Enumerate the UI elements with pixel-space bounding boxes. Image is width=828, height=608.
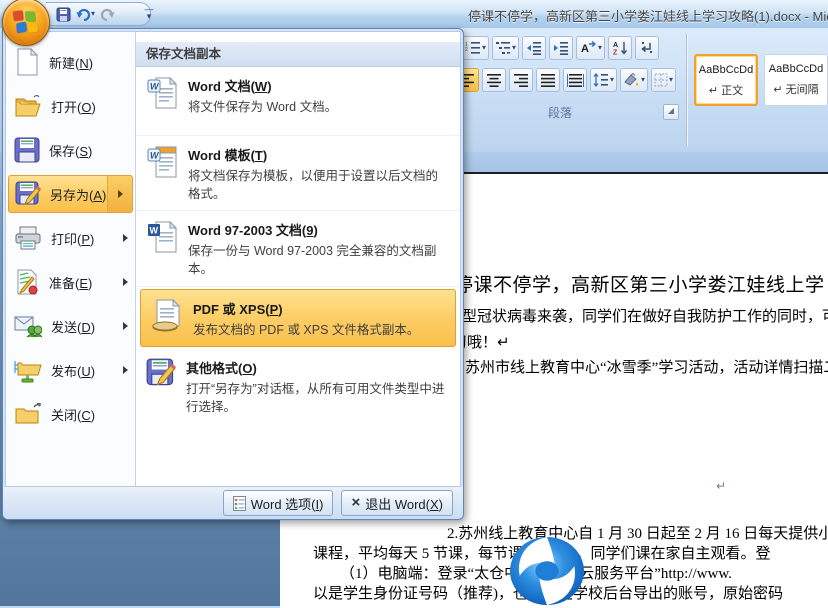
- paragraph-mark: ↵: [716, 479, 726, 493]
- send-icon: [14, 314, 42, 338]
- menu-item-send[interactable]: 发送(D): [6, 304, 135, 348]
- menu-item-open[interactable]: 打开(O): [6, 84, 135, 128]
- close-folder-icon: [14, 403, 42, 425]
- style-name-label: ↵ 正文: [696, 82, 756, 98]
- submenu-item-other-formats[interactable]: 其他格式(O) 打开“另存为”对话框，从所有可用文件类型中进行选择。: [136, 349, 460, 423]
- decrease-indent-button[interactable]: [522, 36, 546, 60]
- menu-item-print[interactable]: 打印(P): [6, 216, 135, 260]
- exit-x-icon: ×: [351, 496, 360, 510]
- send-submenu-arrow-icon: [123, 322, 128, 330]
- svg-text:A: A: [581, 43, 589, 55]
- doc-line: 加苏州市线上教育中心“冰雪季”学习活动，活动详情扫描二: [450, 356, 828, 377]
- paragraph-group: ▾ 12 ▾ ▾ A ▾ AZ: [455, 32, 691, 148]
- customize-qat-icon[interactable]: —▾: [142, 6, 156, 22]
- submenu-item-word-document[interactable]: W Word 文档(W) 将文件保存为 Word 文档。: [136, 67, 460, 136]
- word-options-icon: [233, 496, 246, 511]
- word-97-2003-icon: W: [146, 220, 178, 254]
- doc-line: 新型冠状病毒来袭，同学们在做好自我防护工作的同时，可以: [447, 305, 828, 326]
- save-floppy-icon: [14, 137, 40, 163]
- word-document-icon: W: [146, 76, 178, 110]
- office-menu: 新建(N) 打开(O) 保存(S) 另存为(A) 打印(P): [2, 28, 464, 520]
- paragraph-dialog-launcher-icon[interactable]: ◢: [663, 104, 679, 120]
- print-icon: [14, 226, 42, 250]
- word-template-icon: W: [146, 145, 178, 179]
- office-menu-submenu-pane: 保存文档副本 W Word 文档(W) 将文件保存为 Word 文档。 W Wo…: [136, 32, 460, 486]
- submenu-item-word-template[interactable]: W Word 模板(T) 将文档保存为模板，以便用于设置以后文档的格式。: [136, 136, 460, 211]
- style-no-spacing[interactable]: AaBbCcDd ↵ 无间隔: [764, 54, 828, 106]
- submenu-item-word-97-2003[interactable]: W Word 97-2003 文档(9) 保存一份与 Word 97-2003 …: [136, 211, 460, 286]
- other-formats-icon: [146, 358, 176, 388]
- justify-button[interactable]: [536, 68, 560, 92]
- distribute-button[interactable]: [563, 68, 587, 92]
- align-center-button[interactable]: [482, 68, 506, 92]
- prepare-icon: [14, 269, 40, 295]
- paragraph-marks-button[interactable]: [635, 36, 659, 60]
- menu-item-close[interactable]: 关闭(C): [6, 392, 135, 436]
- numbered-list-button[interactable]: 12 ▾: [462, 36, 489, 60]
- shading-button[interactable]: ▾: [620, 68, 648, 92]
- office-menu-left-pane: 新建(N) 打开(O) 保存(S) 另存为(A) 打印(P): [6, 32, 136, 486]
- svg-text:W: W: [150, 226, 159, 236]
- style-name-label: ↵ 无间隔: [765, 81, 827, 97]
- multilevel-list-button[interactable]: ▾: [492, 36, 519, 60]
- menu-item-publish[interactable]: 发布(U): [6, 348, 135, 392]
- office-button[interactable]: [2, 0, 50, 46]
- submenu-item-pdf-xps[interactable]: PDF 或 XPS(P) 发布文档的 PDF 或 XPS 文件格式副本。: [140, 289, 456, 347]
- menu-item-new[interactable]: 新建(N): [6, 40, 135, 84]
- increase-indent-button[interactable]: [549, 36, 573, 60]
- pdf-xps-icon: [151, 299, 183, 333]
- menu-item-save[interactable]: 保存(S): [6, 128, 135, 172]
- line-spacing-button[interactable]: ▾: [590, 68, 617, 92]
- word-options-button[interactable]: Word 选项(I): [223, 490, 334, 516]
- save-as-icon: [15, 181, 41, 207]
- redo-icon[interactable]: [100, 8, 115, 21]
- asian-layout-button[interactable]: A ▾: [576, 36, 605, 60]
- align-right-button[interactable]: [509, 68, 533, 92]
- publish-submenu-arrow-icon: [123, 366, 128, 374]
- office-menu-footer: Word 选项(I) × 退出 Word(X): [3, 487, 463, 519]
- swirl-logo: [508, 535, 586, 607]
- office-logo-icon: [13, 9, 39, 35]
- prepare-submenu-arrow-icon: [123, 278, 128, 286]
- svg-text:A: A: [613, 42, 618, 49]
- sort-button[interactable]: AZ: [608, 36, 632, 60]
- style-normal[interactable]: AaBbCcDd ↵ 正文: [694, 54, 758, 106]
- save-floppy-icon[interactable]: [56, 7, 71, 22]
- undo-icon[interactable]: ▾: [76, 8, 95, 21]
- open-folder-icon: [14, 94, 42, 118]
- print-submenu-arrow-icon: [123, 234, 128, 242]
- save-as-submenu-arrow-icon[interactable]: [107, 176, 132, 212]
- exit-word-button[interactable]: × 退出 Word(X): [341, 490, 453, 516]
- svg-text:Z: Z: [613, 50, 618, 56]
- ribbon-group-separator: [686, 34, 687, 146]
- new-document-icon: [14, 48, 40, 76]
- submenu-header: 保存文档副本: [136, 42, 460, 67]
- menu-item-prepare[interactable]: 准备(E): [6, 260, 135, 304]
- style-sample-text: AaBbCcDd: [765, 63, 827, 75]
- doc-line: 2.苏州线上教育中心自 1 月 30 日起至 2 月 16 日每天提供小学一至: [447, 522, 828, 543]
- borders-button[interactable]: ▾: [651, 68, 676, 92]
- paragraph-group-label: 段落: [455, 104, 665, 121]
- doc-heading: 停课不停学，高新区第三小学娄江娃线上学: [454, 270, 825, 297]
- publish-icon: [14, 357, 42, 383]
- svg-text:2: 2: [465, 47, 468, 53]
- style-sample-text: AaBbCcDd: [696, 64, 756, 76]
- window-title: 停课不停学，高新区第三小学娄江娃线上学习攻略(1).docx - Micr: [468, 6, 828, 25]
- menu-item-save-as[interactable]: 另存为(A): [8, 175, 133, 213]
- quick-access-toolbar: ▾: [46, 2, 151, 26]
